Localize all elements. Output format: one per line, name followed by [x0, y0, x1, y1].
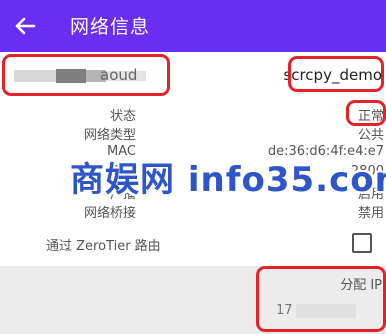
page-title: 网络信息: [70, 16, 151, 38]
annotation-box-name: [2, 54, 170, 96]
network-type-label: 网络类型: [83, 128, 136, 143]
app-bar: 网络信息: [0, 0, 386, 52]
back-arrow-icon[interactable]: [10, 11, 40, 41]
route-via-zerotier-checkbox[interactable]: [352, 233, 372, 253]
bridging-value: 禁用: [357, 206, 384, 221]
annotation-box-status: [346, 100, 386, 126]
annotation-box-ip: [256, 266, 386, 332]
network-info-screen: 网络信息 aoud scrcpy_demo 状态 正常 网络类型 公共 MAC …: [0, 0, 386, 334]
network-type-value: 公共: [357, 128, 384, 143]
status-label: 状态: [109, 109, 136, 124]
bridging-label: 网络桥接: [83, 206, 136, 221]
watermark: 商娱网 info35.com: [70, 160, 386, 200]
annotation-box-network-name: [288, 56, 384, 92]
route-via-zerotier-label: 通过 ZeroTier 路由: [46, 239, 161, 254]
